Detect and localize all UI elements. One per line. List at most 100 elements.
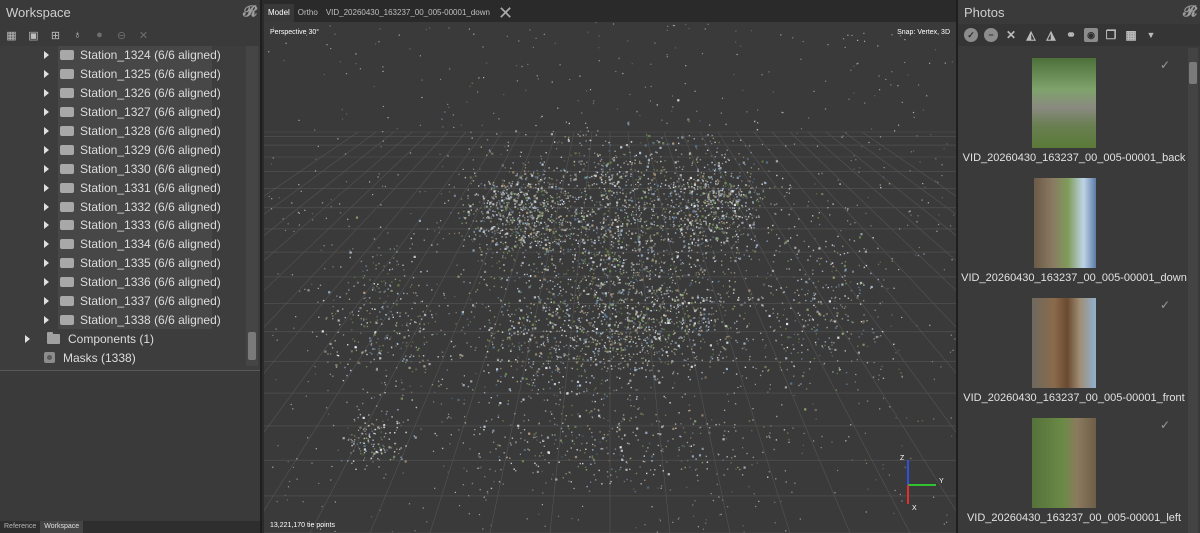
station-label: Station_1331 (6/6 aligned) <box>80 180 221 195</box>
station-item[interactable]: Station_1338 (6/6 aligned) <box>0 310 260 330</box>
brand-logo: 𝓡 <box>242 2 257 20</box>
station-item[interactable]: Station_1324 (6/6 aligned) <box>0 46 260 65</box>
snap-label: Snap: Vertex, 3D <box>897 29 950 36</box>
import-icon[interactable]: ⊞ <box>48 28 63 43</box>
camera-icon <box>60 144 74 155</box>
station-label: Station_1333 (6/6 aligned) <box>80 218 221 233</box>
remove-icon[interactable]: ✕ <box>1004 28 1018 42</box>
expand-arrow-icon[interactable] <box>44 183 52 192</box>
settings-icon[interactable]: ♁ <box>70 28 85 43</box>
folder-icon <box>47 331 60 344</box>
station-item[interactable]: Station_1327 (6/6 aligned) <box>0 102 260 122</box>
components-item[interactable]: Components (1) <box>0 329 260 348</box>
expand-arrow-icon[interactable] <box>44 145 52 154</box>
workspace-panel: Workspace 𝓡 ▦ ▣ ⊞ ♁ ● ⊖ ✕ Station_1324 (… <box>0 0 262 533</box>
mirror-icon[interactable]: ◮ <box>1044 28 1058 42</box>
station-label: Station_1329 (6/6 aligned) <box>80 142 221 157</box>
expand-arrow-icon[interactable] <box>44 164 52 173</box>
photo-name: VID_20260430_163237_00_005-00001_front <box>963 392 1185 404</box>
expand-arrow-icon[interactable] <box>44 221 52 230</box>
photo-thumbnail[interactable] <box>1034 178 1096 268</box>
3d-viewport[interactable]: Perspective 30° Snap: Vertex, 3D 13,221,… <box>264 22 956 533</box>
workspace-header: Workspace 𝓡 <box>0 0 260 24</box>
enable-icon[interactable]: ✓ <box>964 28 978 42</box>
expand-arrow-icon[interactable] <box>44 240 52 249</box>
point-cloud-canvas[interactable] <box>264 22 956 533</box>
photos-header: Photos 𝓡 <box>958 0 1200 24</box>
masks-item[interactable]: Masks (1338) <box>0 348 260 367</box>
scrollbar-thumb[interactable] <box>1189 62 1197 84</box>
compare-icon[interactable]: ❐ <box>1104 28 1118 42</box>
camera-icon <box>60 69 74 80</box>
add-folder-icon[interactable]: ▣ <box>26 28 41 43</box>
photo-name: VID_20260430_163237_00_005-00001_down <box>961 272 1187 284</box>
viewport-tab-bar: Model Ortho VID_20260430_163237_00_005-0… <box>264 0 956 22</box>
station-label: Station_1337 (6/6 aligned) <box>80 294 221 309</box>
tie-points-count: 13,221,170 tie points <box>270 522 335 529</box>
expand-arrow-icon[interactable] <box>44 89 52 98</box>
expand-arrow-icon[interactable] <box>44 315 52 324</box>
camera-icon <box>60 277 74 288</box>
aligned-check-icon: ✓ <box>1159 58 1170 72</box>
masks-label: Masks (1338) <box>63 350 136 365</box>
camera-icon <box>60 296 74 307</box>
camera-icon <box>60 239 74 250</box>
close-tab-icon[interactable]: ✕ <box>494 4 517 22</box>
station-item[interactable]: Station_1333 (6/6 aligned) <box>0 216 260 235</box>
photo-thumbnail[interactable] <box>1032 298 1096 388</box>
station-item[interactable]: Station_1331 (6/6 aligned) <box>0 178 260 198</box>
station-item[interactable]: Station_1334 (6/6 aligned) <box>0 234 260 254</box>
station-item[interactable]: Station_1329 (6/6 aligned) <box>0 140 260 160</box>
expand-arrow-icon[interactable] <box>44 127 52 135</box>
expand-arrow-icon[interactable] <box>44 51 52 60</box>
expand-arrow-icon[interactable] <box>44 259 52 268</box>
camera-icon <box>60 126 74 136</box>
expand-arrow-icon[interactable] <box>44 202 52 211</box>
station-item[interactable]: Station_1330 (6/6 aligned) <box>0 159 260 179</box>
photo-name: VID_20260430_163237_00_005-00001_left <box>966 512 1182 524</box>
expand-arrow-icon[interactable] <box>44 70 52 79</box>
station-label: Station_1332 (6/6 aligned) <box>80 199 221 214</box>
tab-image[interactable]: VID_20260430_163237_00_005-00001_down <box>322 4 494 22</box>
expand-arrow-icon[interactable] <box>44 108 52 117</box>
station-item[interactable]: Station_1326 (6/6 aligned) <box>0 83 260 103</box>
perspective-label: Perspective 30° <box>270 29 320 36</box>
station-item[interactable]: Station_1336 (6/6 aligned) <box>0 272 260 292</box>
photos-scrollbar[interactable] <box>1188 48 1198 533</box>
chevron-down-icon[interactable]: ▼ <box>1144 28 1158 42</box>
grid-view-icon[interactable]: ▦ <box>1124 28 1138 42</box>
station-label: Station_1328 (6/6 aligned) <box>80 124 221 138</box>
remove-icon[interactable]: ✕ <box>136 28 151 43</box>
expand-arrow-icon[interactable] <box>44 278 52 287</box>
station-item[interactable]: Station_1337 (6/6 aligned) <box>0 291 260 311</box>
binoculars-icon[interactable]: ⚭ <box>1064 28 1078 42</box>
station-label: Station_1334 (6/6 aligned) <box>80 237 221 252</box>
camera-icon <box>60 107 74 118</box>
station-label: Station_1325 (6/6 aligned) <box>80 67 221 82</box>
tab-model[interactable]: Model <box>264 4 294 22</box>
station-item[interactable]: Station_1328 (6/6 aligned) <box>0 121 260 141</box>
flip-icon[interactable]: ◭ <box>1024 28 1038 42</box>
station-item[interactable]: Station_1325 (6/6 aligned) <box>0 64 260 84</box>
scrollbar-thumb[interactable] <box>248 332 256 360</box>
disable-icon[interactable]: − <box>984 28 998 42</box>
tab-workspace[interactable]: Workspace <box>40 521 84 533</box>
x-axis-label: X <box>912 505 917 512</box>
camera-icon <box>60 182 74 193</box>
expand-arrow-icon[interactable] <box>44 297 52 306</box>
tab-reference[interactable]: Reference <box>0 521 40 533</box>
photos-toolbar: ✓ − ✕ ◭ ◮ ⚭ ◉ ❐ ▦ ▼ <box>958 24 1200 46</box>
enable-icon[interactable]: ● <box>92 28 107 43</box>
expand-arrow-icon[interactable] <box>25 334 33 343</box>
mask-icon[interactable]: ◉ <box>1084 28 1098 42</box>
add-images-icon[interactable]: ▦ <box>4 28 19 43</box>
station-item[interactable]: Station_1335 (6/6 aligned) <box>0 253 260 273</box>
photo-thumbnail[interactable] <box>1032 58 1096 148</box>
photos-panel: Photos 𝓡 ✓ − ✕ ◭ ◮ ⚭ ◉ ❐ ▦ ▼ ✓ VID_20260… <box>956 0 1200 533</box>
tab-ortho[interactable]: Ortho <box>294 4 322 22</box>
station-label: Station_1338 (6/6 aligned) <box>80 312 221 327</box>
disable-icon[interactable]: ⊖ <box>114 28 129 43</box>
photo-thumbnail[interactable] <box>1032 418 1096 508</box>
tree-scrollbar[interactable] <box>246 46 258 366</box>
station-item[interactable]: Station_1332 (6/6 aligned) <box>0 197 260 217</box>
